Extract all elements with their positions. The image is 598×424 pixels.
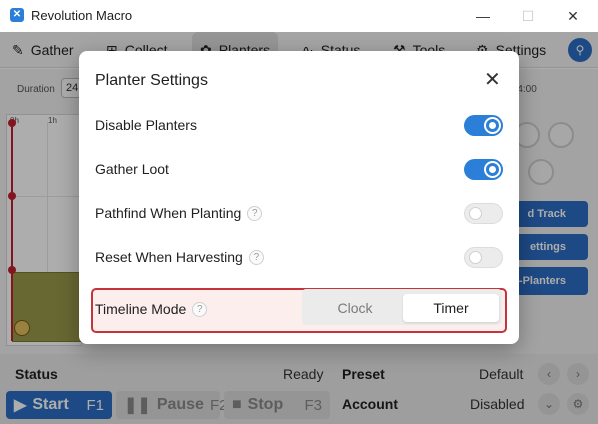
- setting-label-text: Gather Loot: [95, 161, 169, 177]
- toggle-knob: [486, 163, 499, 176]
- pathfind-when-planting-toggle[interactable]: [464, 203, 503, 224]
- maximize-button[interactable]: ☐: [506, 0, 550, 32]
- dialog-title: Planter Settings: [95, 72, 208, 89]
- dialog-close-button[interactable]: ✕: [484, 70, 501, 90]
- setting-label-disable-planters: Disable Planters: [95, 117, 197, 133]
- toggle-knob: [486, 119, 499, 132]
- setting-label-gather-loot: Gather Loot: [95, 161, 169, 177]
- window-title: Revolution Macro: [31, 8, 133, 23]
- setting-label-reset: Reset When Harvesting ?: [95, 249, 264, 265]
- setting-label-text: Pathfind When Planting: [95, 205, 242, 221]
- close-window-button[interactable]: ✕: [551, 0, 595, 32]
- setting-label-pathfind: Pathfind When Planting ?: [95, 205, 263, 221]
- planter-settings-dialog: Planter Settings ✕ Disable Planters Gath…: [79, 51, 519, 344]
- title-bar: ✕ Revolution Macro — ☐ ✕: [0, 0, 598, 32]
- app-logo-icon: ✕: [10, 8, 24, 22]
- help-icon[interactable]: ?: [192, 301, 208, 317]
- timeline-mode-clock-option[interactable]: Clock: [307, 294, 403, 322]
- disable-planters-toggle[interactable]: [464, 115, 503, 136]
- toggle-knob: [469, 251, 482, 264]
- help-icon[interactable]: ?: [247, 205, 263, 221]
- minimize-button[interactable]: —: [461, 0, 505, 32]
- setting-label-timeline-mode: Timeline Mode ?: [95, 301, 208, 317]
- toggle-knob: [469, 207, 482, 220]
- gather-loot-toggle[interactable]: [464, 159, 503, 180]
- setting-label-text: Disable Planters: [95, 117, 197, 133]
- reset-when-harvesting-toggle[interactable]: [464, 247, 503, 268]
- help-icon[interactable]: ?: [248, 249, 264, 265]
- setting-label-text: Reset When Harvesting: [95, 249, 243, 265]
- setting-label-text: Timeline Mode: [95, 301, 187, 317]
- timeline-mode-timer-option[interactable]: Timer: [403, 294, 499, 322]
